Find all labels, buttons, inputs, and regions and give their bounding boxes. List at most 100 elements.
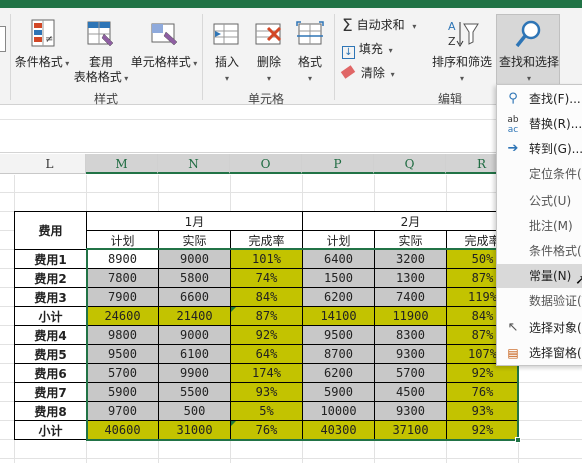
row-label[interactable]: 费用7 xyxy=(14,382,87,402)
subheader-rate[interactable]: 完成率 xyxy=(230,230,303,250)
table-cell[interactable]: 9000 xyxy=(158,249,231,269)
menu-item-replace[interactable]: ab ac 替换(R)... xyxy=(497,112,582,136)
column-header-n[interactable]: N xyxy=(158,154,230,174)
table-cell[interactable]: 5500 xyxy=(158,382,231,402)
table-cell[interactable]: 8900 xyxy=(86,249,159,269)
menu-item-selection-pane[interactable]: ▤ 选择窗格(P)... xyxy=(497,341,582,365)
row-label[interactable]: 费用3 xyxy=(14,287,87,307)
table-cell[interactable]: 21400 xyxy=(158,306,231,326)
column-header-l[interactable]: L xyxy=(14,154,86,174)
table-cell[interactable]: 40300 xyxy=(302,420,375,440)
table-cell[interactable]: 14100 xyxy=(302,306,375,326)
menu-item-select-objects[interactable]: ↖ 选择对象(O) xyxy=(497,316,582,340)
table-cell[interactable]: 9700 xyxy=(86,401,159,421)
subheader-actual[interactable]: 实际 xyxy=(158,230,231,250)
table-cell[interactable]: 6600 xyxy=(158,287,231,307)
format-button[interactable]: 格式 ▾ xyxy=(290,18,330,88)
table-cell[interactable]: 5900 xyxy=(302,382,375,402)
table-cell[interactable]: 93% xyxy=(230,382,303,402)
table-cell[interactable]: 10000 xyxy=(302,401,375,421)
table-cell[interactable]: 76% xyxy=(446,382,519,402)
find-select-button[interactable]: 查找和选择 ▾ xyxy=(496,14,560,88)
month-header-1[interactable]: 1月 xyxy=(86,211,303,231)
table-cell[interactable]: 74% xyxy=(230,268,303,288)
table-cell[interactable]: 76% xyxy=(230,420,303,440)
column-header-o[interactable]: O xyxy=(230,154,302,174)
table-cell[interactable]: 3200 xyxy=(374,249,447,269)
table-cell[interactable]: 7800 xyxy=(86,268,159,288)
row-label[interactable]: 小计 xyxy=(14,306,87,326)
table-cell[interactable]: 5% xyxy=(230,401,303,421)
column-header-q[interactable]: Q xyxy=(374,154,446,174)
table-cell[interactable]: 8700 xyxy=(302,344,375,364)
row-label[interactable]: 费用6 xyxy=(14,363,87,383)
sort-filter-button[interactable]: A Z 排序和筛选 ▾ xyxy=(430,18,494,88)
menu-item-comments[interactable]: 批注(M) xyxy=(497,214,582,238)
subheader-plan[interactable]: 计划 xyxy=(86,230,159,250)
fill-button[interactable]: ↓ 填充 ▾ xyxy=(342,42,393,59)
row-label[interactable]: 费用4 xyxy=(14,325,87,345)
column-header-p[interactable]: P xyxy=(302,154,374,174)
table-cell[interactable]: 9500 xyxy=(86,344,159,364)
subheader-plan[interactable]: 计划 xyxy=(302,230,375,250)
table-cell[interactable]: 84% xyxy=(230,287,303,307)
table-cell[interactable]: 1300 xyxy=(374,268,447,288)
table-cell[interactable]: 92% xyxy=(446,363,519,383)
table-cell[interactable]: 31000 xyxy=(158,420,231,440)
table-cell[interactable]: 8300 xyxy=(374,325,447,345)
table-cell[interactable]: 4500 xyxy=(374,382,447,402)
table-cell[interactable]: 5700 xyxy=(374,363,447,383)
table-cell[interactable]: 11900 xyxy=(374,306,447,326)
table-cell[interactable]: 7900 xyxy=(86,287,159,307)
table-cell[interactable]: 6200 xyxy=(302,287,375,307)
table-cell[interactable]: 92% xyxy=(446,420,519,440)
menu-item-constants[interactable]: 常量(N) ➚ xyxy=(497,264,582,288)
table-cell[interactable]: 6200 xyxy=(302,363,375,383)
table-cell[interactable]: 7400 xyxy=(374,287,447,307)
table-cell[interactable]: 9900 xyxy=(158,363,231,383)
autosum-button[interactable]: Σ 自动求和 ▾ xyxy=(342,18,416,35)
cell-styles-button[interactable]: 单元格样式 ▾ xyxy=(131,18,197,88)
row-label[interactable]: 小计 xyxy=(14,420,87,440)
table-cell[interactable]: 24600 xyxy=(86,306,159,326)
table-cell[interactable]: 174% xyxy=(230,363,303,383)
table-cell[interactable]: 5900 xyxy=(86,382,159,402)
row-label[interactable]: 费用8 xyxy=(14,401,87,421)
table-cell[interactable]: 93% xyxy=(446,401,519,421)
table-cell[interactable]: 500 xyxy=(158,401,231,421)
conditional-format-button[interactable]: ≠ 条件格式 ▾ xyxy=(14,18,70,88)
table-cell[interactable]: 9500 xyxy=(302,325,375,345)
clear-button[interactable]: 清除 ▾ xyxy=(340,65,395,82)
insert-button[interactable]: 插入 ▾ xyxy=(206,18,248,88)
table-cell[interactable]: 5800 xyxy=(158,268,231,288)
table-cell[interactable]: 6400 xyxy=(302,249,375,269)
row-label[interactable]: 费用5 xyxy=(14,344,87,364)
menu-item-conditional-format[interactable]: 条件格式(C) xyxy=(497,239,582,263)
menu-item-data-validation[interactable]: 数据验证(V) xyxy=(497,289,582,313)
table-cell[interactable]: 87% xyxy=(230,306,303,326)
table-cell[interactable]: 92% xyxy=(230,325,303,345)
table-cell[interactable]: 9800 xyxy=(86,325,159,345)
table-cell[interactable]: 9300 xyxy=(374,344,447,364)
menu-item-formulas[interactable]: 公式(U) xyxy=(497,189,582,213)
subheader-actual[interactable]: 实际 xyxy=(374,230,447,250)
month-header-2[interactable]: 2月 xyxy=(302,211,519,231)
table-cell[interactable]: 64% xyxy=(230,344,303,364)
fill-handle[interactable] xyxy=(515,437,521,443)
row-label[interactable]: 费用2 xyxy=(14,268,87,288)
format-as-table-button[interactable]: 套用 表格格式 ▾ xyxy=(70,18,132,90)
menu-item-find[interactable]: ⚲ 查找(F)... xyxy=(497,87,582,111)
table-cell[interactable]: 5700 xyxy=(86,363,159,383)
delete-button[interactable]: 删除 ▾ xyxy=(248,18,290,88)
table-cell[interactable]: 40600 xyxy=(86,420,159,440)
table-cell[interactable]: 1500 xyxy=(302,268,375,288)
table-cell[interactable]: 6100 xyxy=(158,344,231,364)
menu-item-goto[interactable]: ➔ 转到(G)... xyxy=(497,137,582,161)
menu-item-goto-special[interactable]: 定位条件(S)... xyxy=(497,162,582,186)
column-header-m[interactable]: M xyxy=(86,154,158,174)
row-label[interactable]: 费用1 xyxy=(14,249,87,269)
table-cell[interactable]: 101% xyxy=(230,249,303,269)
corner-header[interactable]: 费用 xyxy=(14,211,87,250)
table-cell[interactable]: 9000 xyxy=(158,325,231,345)
table-cell[interactable]: 37100 xyxy=(374,420,447,440)
